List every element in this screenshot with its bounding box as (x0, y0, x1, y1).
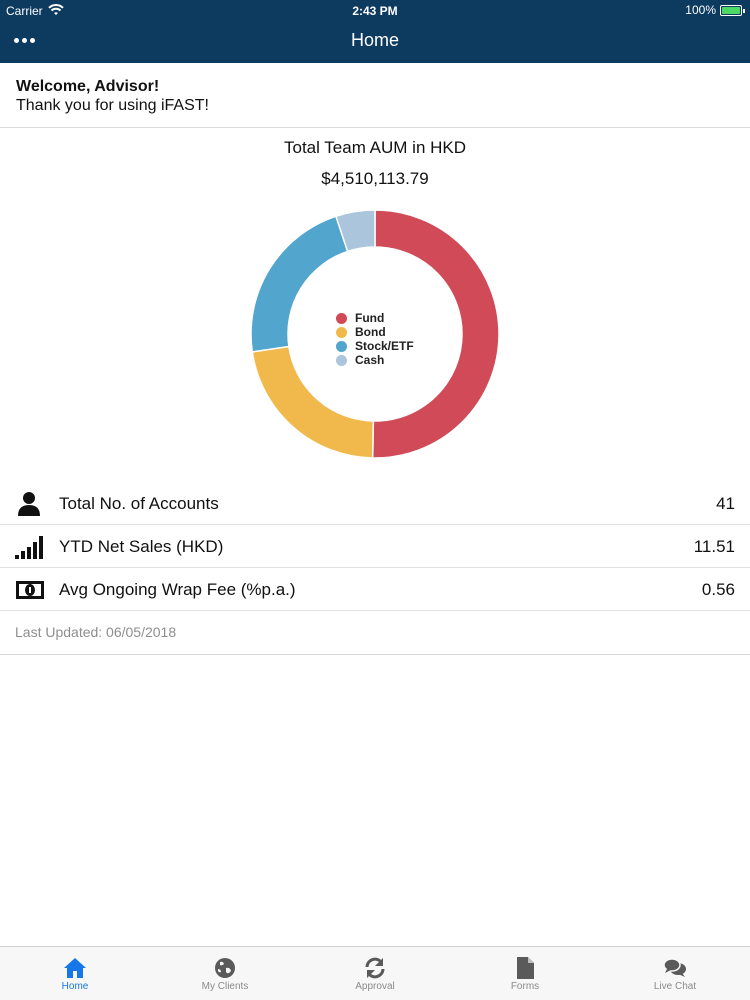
legend-swatch (336, 312, 347, 324)
tab-label: Approval (355, 981, 395, 992)
tab-my-clients[interactable]: My Clients (150, 947, 300, 1000)
welcome-subtitle: Thank you for using iFAST! (16, 97, 209, 114)
tab-label: Forms (510, 981, 540, 992)
metric-row-net-sales[interactable]: YTD Net Sales (HKD) 11.51 (0, 525, 750, 568)
tab-home[interactable]: Home (0, 947, 150, 1000)
battery-indicator: 100% (685, 3, 745, 17)
legend-label: Cash (355, 353, 385, 367)
document-icon (517, 957, 534, 979)
chart-legend: Fund Bond Stock/ETF Cash (336, 311, 414, 367)
legend-label: Bond (355, 325, 386, 339)
signal-bars-icon (15, 536, 43, 559)
metrics-list: Total No. of Accounts 41 YTD Net Sales (… (0, 482, 750, 611)
page-title: Home (350, 30, 399, 50)
legend-swatch (336, 354, 347, 366)
legend-label: Stock/ETF (355, 339, 414, 353)
battery-icon (720, 4, 745, 16)
legend-item: Fund (336, 311, 414, 325)
aum-total: $4,510,113.79 (321, 169, 429, 188)
legend-item: Stock/ETF (336, 339, 414, 353)
top-bar: Carrier 2:43 PM 100% Home (0, 0, 750, 63)
metric-row-wrap-fee[interactable]: Avg Ongoing Wrap Fee (%p.a.) 0.56 (0, 568, 750, 611)
legend-label: Fund (355, 311, 385, 325)
metric-label: Avg Ongoing Wrap Fee (%p.a.) (59, 580, 296, 599)
legend-item: Cash (336, 353, 414, 367)
legend-swatch (336, 340, 347, 352)
legend-item: Bond (336, 325, 414, 339)
home-icon (64, 958, 86, 978)
globe-icon (215, 958, 235, 978)
tab-approval[interactable]: Approval (300, 947, 450, 1000)
tab-bar: Home My Clients Approval Forms Live Chat (0, 946, 750, 1000)
donut-slice-stock-etf[interactable] (250, 215, 349, 353)
aum-title: Total Team AUM in HKD (283, 138, 467, 157)
navigation-bar: Home (0, 22, 750, 63)
tab-live-chat[interactable]: Live Chat (600, 947, 750, 1000)
metric-value: 41 (716, 494, 735, 513)
metric-value: 11.51 (693, 537, 735, 556)
tab-forms[interactable]: Forms (450, 947, 600, 1000)
status-bar: Carrier 2:43 PM 100% (0, 0, 750, 22)
tab-label: Live Chat (653, 981, 697, 992)
tab-label: My Clients (201, 981, 249, 992)
welcome-title: Welcome, Advisor! (16, 78, 160, 95)
user-icon (18, 492, 40, 516)
metric-label: Total No. of Accounts (59, 494, 219, 513)
battery-tip (743, 8, 745, 13)
welcome-banner: Welcome, Advisor! Thank you for using iF… (0, 63, 750, 128)
battery-level (722, 6, 740, 14)
chat-bubbles-icon (663, 958, 686, 977)
legend-swatch (336, 326, 347, 338)
status-time: 2:43 PM (352, 4, 398, 18)
metric-label: YTD Net Sales (HKD) (59, 537, 224, 556)
battery-percent: 100% (685, 3, 716, 17)
refresh-icon (365, 957, 385, 979)
banknote-icon (16, 581, 44, 599)
metric-row-accounts[interactable]: Total No. of Accounts 41 (0, 482, 750, 525)
last-updated: Last Updated: 06/05/2018 (0, 611, 750, 655)
metric-value: 0.56 (701, 580, 735, 599)
tab-label: Home (61, 981, 89, 992)
